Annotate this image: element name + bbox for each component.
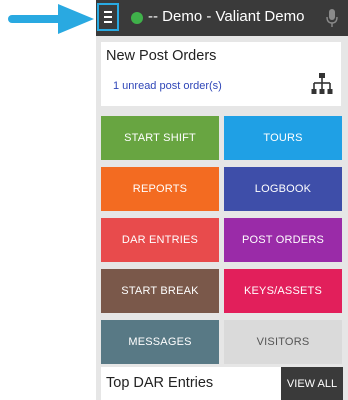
menu-line-icon (104, 21, 112, 23)
callout-arrow-icon (8, 4, 94, 34)
post-orders-card: New Post Orders 1 unread post order(s) (101, 42, 341, 106)
messages-button[interactable]: MESSAGES (101, 320, 219, 364)
section-title: Top DAR Entries (106, 375, 214, 391)
app-title: -- Demo - Valiant Demo (148, 8, 305, 25)
microphone-icon[interactable] (326, 8, 338, 28)
app-header: -- Demo - Valiant Demo (96, 0, 348, 36)
app-screen: -- Demo - Valiant Demo New Post Orders 1… (96, 0, 348, 400)
org-chart-icon (311, 73, 333, 94)
reports-button[interactable]: REPORTS (101, 167, 219, 211)
menu-line-icon (104, 11, 112, 13)
view-all-button[interactable]: VIEW ALL (281, 367, 343, 400)
keys-assets-button[interactable]: KEYS/ASSETS (224, 269, 342, 313)
post-orders-button[interactable]: POST ORDERS (224, 218, 342, 262)
visitors-button[interactable]: VISITORS (224, 320, 342, 364)
start-break-button[interactable]: START BREAK (101, 269, 219, 313)
card-title: New Post Orders (106, 48, 217, 64)
unread-post-orders-link[interactable]: 1 unread post order(s) (113, 80, 222, 92)
tile-grid: START SHIFT TOURS REPORTS LOGBOOK DAR EN… (101, 116, 343, 364)
status-dot-icon (131, 12, 143, 24)
tours-button[interactable]: TOURS (224, 116, 342, 160)
start-shift-button[interactable]: START SHIFT (101, 116, 219, 160)
logbook-button[interactable]: LOGBOOK (224, 167, 342, 211)
menu-button[interactable] (97, 3, 119, 31)
dar-entries-button[interactable]: DAR ENTRIES (101, 218, 219, 262)
menu-line-icon (104, 16, 112, 18)
top-dar-entries-section: Top DAR Entries VIEW ALL (101, 367, 343, 400)
